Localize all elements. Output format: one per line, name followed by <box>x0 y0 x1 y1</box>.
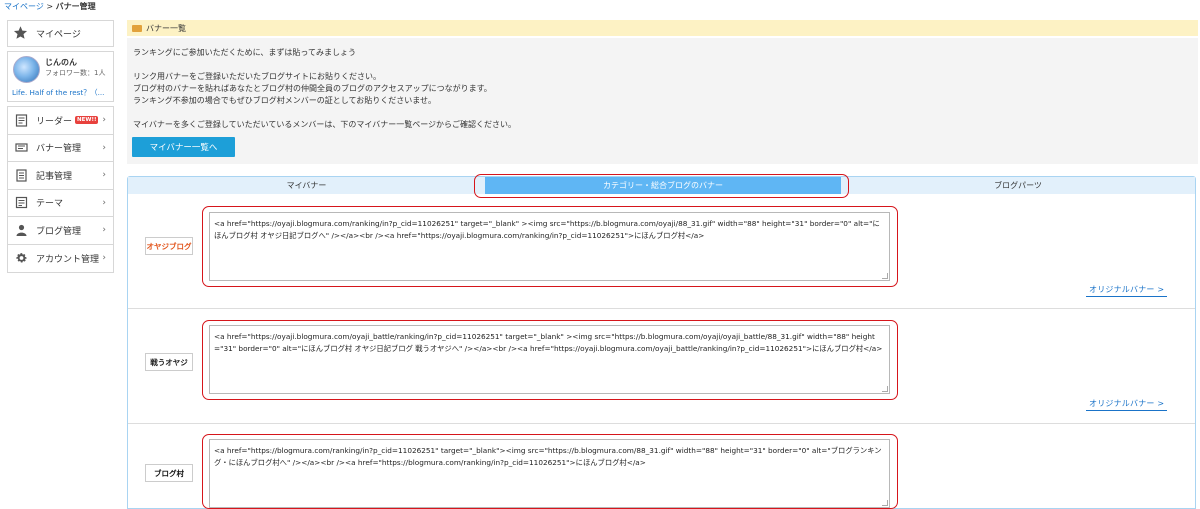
sidebar-item-label: テーマ <box>36 199 64 210</box>
breadcrumb-separator: > <box>43 2 56 11</box>
profile-tagline[interactable]: Life. Half of the rest？（... <box>12 88 112 98</box>
code-highlight-outline <box>202 434 898 509</box>
gear-icon <box>15 252 28 265</box>
sidebar-item-account[interactable]: アカウント管理 › <box>8 245 113 273</box>
sidebar-mypage[interactable]: マイページ <box>7 20 114 47</box>
sidebar-menu: リーダー NEW!! › バナー管理 › 記事管理 › テーマ › ブログ管理 … <box>7 106 114 273</box>
banner-icon <box>15 141 28 154</box>
tab-blog-parts[interactable]: ブログパーツ <box>841 177 1195 194</box>
code-highlight-outline <box>202 320 898 400</box>
banner-logo: オヤジブログ <box>145 237 193 255</box>
chevron-right-icon: › <box>102 142 106 153</box>
tab-my-banner[interactable]: マイバナー <box>128 177 485 194</box>
chevron-right-icon: › <box>102 115 106 126</box>
folder-icon <box>132 24 142 32</box>
my-banner-list-button[interactable]: マイバナー一覧へ <box>132 137 235 157</box>
new-badge: NEW!! <box>75 116 99 125</box>
sidebar-item-label: バナー管理 <box>36 144 82 155</box>
intro-text: ブログ村のバナーを貼ればあなたとブログ村の仲間全員のブログのアクセスアップにつな… <box>133 84 492 93</box>
sidebar-item-blog[interactable]: ブログ管理 › <box>8 217 113 245</box>
chevron-right-icon: › <box>102 197 106 208</box>
avatar[interactable] <box>13 56 40 83</box>
section-header: バナー一覧 <box>127 20 1198 36</box>
section-title: バナー一覧 <box>146 23 186 33</box>
article-icon <box>15 169 28 182</box>
sidebar-item-article[interactable]: 記事管理 › <box>8 162 113 190</box>
sidebar-item-label: リーダー <box>36 116 73 127</box>
chevron-right-icon: › <box>102 170 106 181</box>
breadcrumb-current: バナー管理 <box>55 2 96 11</box>
sidebar-item-theme[interactable]: テーマ › <box>8 190 113 217</box>
profile-followers: フォロワー数：1人 <box>45 69 106 77</box>
breadcrumb: マイページ > バナー管理 <box>4 1 96 12</box>
chevron-right-icon: › <box>102 225 106 236</box>
banner-logo-text: 戦うオヤジ <box>150 357 188 367</box>
tab-highlight-outline <box>474 174 849 198</box>
profile-card: じんのん フォロワー数：1人 Life. Half of the rest？（.… <box>7 51 114 102</box>
chevron-right-icon: › <box>102 253 106 264</box>
intro-text: ランキング不参加の場合でもぜひブログ村メンバーの証としてお貼りくださいませ。 <box>133 96 437 105</box>
banner-logo-text: オヤジブログ <box>146 241 192 251</box>
intro-text: マイバナーを多くご登録していただいているメンバーは、下のマイバナー一覧ページから… <box>133 120 517 129</box>
sidebar-mypage-label: マイページ <box>36 30 81 40</box>
sidebar-item-label: アカウント管理 <box>36 254 100 265</box>
intro-text: ランキングにご参加いただくために、まずは貼ってみましょう <box>133 48 356 57</box>
sidebar-item-label: ブログ管理 <box>36 226 82 237</box>
star-icon <box>13 25 28 42</box>
blog-user-icon <box>15 224 28 237</box>
sidebar-item-banner[interactable]: バナー管理 › <box>8 135 113 162</box>
breadcrumb-mypage-link[interactable]: マイページ <box>4 2 44 11</box>
banner-logo: ブログ村 <box>145 464 193 482</box>
theme-icon <box>15 196 28 209</box>
sidebar-item-reader[interactable]: リーダー NEW!! › <box>8 107 113 135</box>
profile-name[interactable]: じんのん <box>45 57 77 68</box>
intro-text: リンク用バナーをご登録いただいたブログサイトにお貼りください。 <box>133 72 381 81</box>
sidebar-item-label: 記事管理 <box>36 171 73 182</box>
intro-panel: ランキングにご参加いただくために、まずは貼ってみましょう リンク用バナーをご登録… <box>127 38 1198 164</box>
banner-logo-text: ブログ村 <box>154 468 184 478</box>
original-banner-link[interactable]: オリジナルバナー > <box>1086 398 1168 411</box>
banner-logo: 戦うオヤジ <box>145 353 193 371</box>
original-banner-link[interactable]: オリジナルバナー > <box>1086 284 1168 297</box>
code-highlight-outline <box>202 206 898 287</box>
reader-icon <box>15 114 28 127</box>
sidebar: マイページ じんのん フォロワー数：1人 Life. Half of the r… <box>7 20 114 273</box>
